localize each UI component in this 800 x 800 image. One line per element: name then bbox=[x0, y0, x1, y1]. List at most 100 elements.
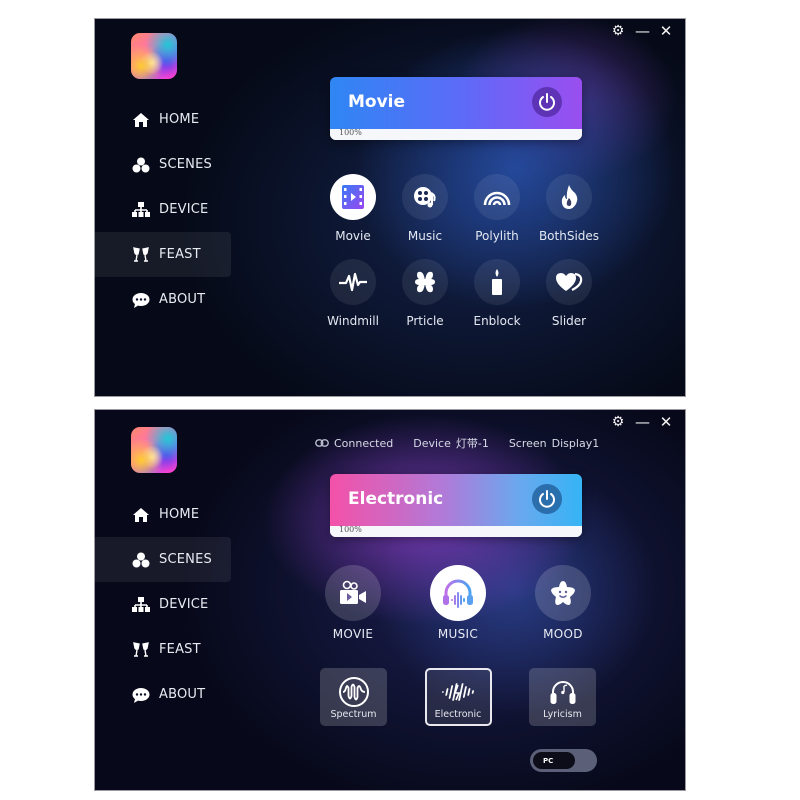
connection-status-bar: Connected Device 灯带-1 Screen Display1 bbox=[315, 435, 599, 451]
device-icon bbox=[131, 595, 151, 615]
power-button[interactable] bbox=[532, 87, 562, 117]
chat-icon bbox=[131, 685, 151, 705]
chat-icon bbox=[131, 290, 151, 310]
sub-mode-spectrum[interactable]: Spectrum bbox=[320, 668, 387, 726]
scenes-icon bbox=[131, 550, 151, 570]
effect-bothsides[interactable]: BothSides bbox=[533, 174, 605, 243]
brightness-progress: 100% bbox=[330, 525, 582, 537]
effect-label: Enblock bbox=[473, 314, 521, 328]
sidebar-nav: HOME SCENES DEVICE FEAST ABOUT bbox=[95, 97, 231, 322]
sidebar-item-label: ABOUT bbox=[159, 292, 206, 307]
effect-windmill[interactable]: Windmill bbox=[317, 259, 389, 328]
rainbow-icon bbox=[483, 191, 511, 206]
sidebar-item-label: HOME bbox=[159, 112, 200, 127]
sidebar-item-device[interactable]: DEVICE bbox=[95, 187, 231, 232]
gear-icon[interactable]: ⚙ bbox=[611, 414, 625, 430]
pulse-icon bbox=[339, 272, 367, 292]
champagne-icon bbox=[131, 640, 151, 660]
sidebar-item-scenes[interactable]: SCENES bbox=[95, 142, 231, 187]
clover-icon bbox=[415, 271, 435, 293]
progress-label: 100% bbox=[339, 525, 362, 534]
sub-mode-label: Spectrum bbox=[330, 709, 377, 720]
flame-icon bbox=[561, 185, 578, 209]
effect-label: Music bbox=[407, 229, 443, 243]
effect-slider[interactable]: Slider bbox=[533, 259, 605, 328]
effect-grid: Movie Music Polylith BothSides Windmill … bbox=[317, 174, 599, 328]
effect-label: BothSides bbox=[538, 229, 600, 243]
effect-polylith[interactable]: Polylith bbox=[461, 174, 533, 243]
effect-prticle[interactable]: Prticle bbox=[389, 259, 461, 328]
home-icon bbox=[131, 505, 151, 525]
sidebar-item-label: ABOUT bbox=[159, 687, 206, 702]
sidebar-item-label: DEVICE bbox=[159, 597, 209, 612]
waveform-circle-icon bbox=[338, 677, 369, 707]
sidebar-item-device[interactable]: DEVICE bbox=[95, 582, 231, 627]
minimize-icon[interactable]: — bbox=[635, 23, 650, 39]
minimize-icon[interactable]: — bbox=[635, 414, 650, 430]
effect-label: Prticle bbox=[406, 314, 444, 328]
category-mood[interactable]: MOOD bbox=[533, 565, 593, 641]
power-icon bbox=[539, 490, 555, 508]
close-icon[interactable]: ✕ bbox=[659, 23, 673, 39]
sidebar-item-label: HOME bbox=[159, 507, 200, 522]
sidebar-item-feast[interactable]: FEAST bbox=[95, 232, 231, 277]
effect-music[interactable]: Music bbox=[389, 174, 461, 243]
device-value: 灯带-1 bbox=[455, 437, 489, 450]
champagne-icon bbox=[131, 245, 151, 265]
power-button[interactable] bbox=[532, 484, 562, 514]
smiling-star-icon bbox=[551, 581, 575, 605]
effect-label: Windmill bbox=[327, 314, 379, 328]
app-logo bbox=[131, 33, 177, 79]
sub-mode-lyricism[interactable]: Lyricism bbox=[529, 668, 596, 726]
sound-wave-icon bbox=[441, 683, 475, 701]
current-mode-card: Electronic 100% bbox=[330, 474, 582, 537]
link-icon bbox=[315, 439, 329, 447]
screen-label: Screen bbox=[508, 436, 547, 450]
app-window-feast: ⚙ — ✕ HOME SCENES DEVICE FEAST ABOUT Mov… bbox=[94, 18, 686, 397]
mode-title: Electronic bbox=[348, 489, 444, 509]
sidebar-item-home[interactable]: HOME bbox=[95, 492, 231, 537]
connection-status: Connected bbox=[315, 435, 393, 451]
effect-label: Slider bbox=[551, 314, 587, 328]
app-logo bbox=[131, 427, 177, 473]
film-icon bbox=[342, 185, 364, 209]
connection-text: Connected bbox=[334, 436, 394, 450]
sidebar-item-about[interactable]: ABOUT bbox=[95, 672, 231, 717]
sidebar-item-feast[interactable]: FEAST bbox=[95, 627, 231, 672]
headphones-icon bbox=[443, 579, 473, 608]
sidebar-item-label: SCENES bbox=[159, 157, 212, 172]
music-disc-icon bbox=[414, 187, 436, 208]
progress-label: 100% bbox=[339, 128, 362, 137]
app-window-scenes: ⚙ — ✕ Connected Device 灯带-1 Screen Displ… bbox=[94, 409, 686, 791]
sidebar-item-scenes[interactable]: SCENES bbox=[95, 537, 231, 582]
close-icon[interactable]: ✕ bbox=[659, 414, 673, 430]
sidebar-item-about[interactable]: ABOUT bbox=[95, 277, 231, 322]
sub-mode-electronic[interactable]: Electronic bbox=[424, 668, 492, 726]
category-movie[interactable]: MOVIE bbox=[323, 565, 383, 641]
device-icon bbox=[131, 200, 151, 220]
video-camera-icon bbox=[340, 580, 366, 604]
sidebar-item-home[interactable]: HOME bbox=[95, 97, 231, 142]
candle-icon bbox=[492, 269, 502, 295]
screen-status: Screen Display1 bbox=[509, 435, 599, 451]
gear-icon[interactable]: ⚙ bbox=[611, 23, 625, 39]
device-label: Device bbox=[413, 436, 451, 450]
sidebar-nav: HOME SCENES DEVICE FEAST ABOUT bbox=[95, 492, 231, 717]
scenes-icon bbox=[131, 155, 151, 175]
effect-label: Movie bbox=[335, 229, 371, 243]
sub-mode-label: Lyricism bbox=[543, 709, 582, 720]
source-toggle-knob: PC bbox=[533, 752, 575, 769]
mode-title: Movie bbox=[348, 92, 406, 112]
sub-mode-label: Electronic bbox=[434, 709, 482, 720]
sidebar-item-label: FEAST bbox=[159, 247, 201, 262]
window-controls: ⚙ — ✕ bbox=[611, 23, 673, 39]
effect-movie[interactable]: Movie bbox=[317, 174, 389, 243]
sidebar-item-label: SCENES bbox=[159, 552, 212, 567]
source-toggle[interactable]: PC bbox=[530, 749, 597, 772]
sidebar-item-label: FEAST bbox=[159, 642, 201, 657]
device-status: Device 灯带-1 bbox=[413, 435, 489, 451]
effect-label: Polylith bbox=[475, 229, 519, 243]
screen-value: Display1 bbox=[551, 436, 600, 450]
effect-enblock[interactable]: Enblock bbox=[461, 259, 533, 328]
category-music[interactable]: MUSIC bbox=[428, 565, 488, 641]
